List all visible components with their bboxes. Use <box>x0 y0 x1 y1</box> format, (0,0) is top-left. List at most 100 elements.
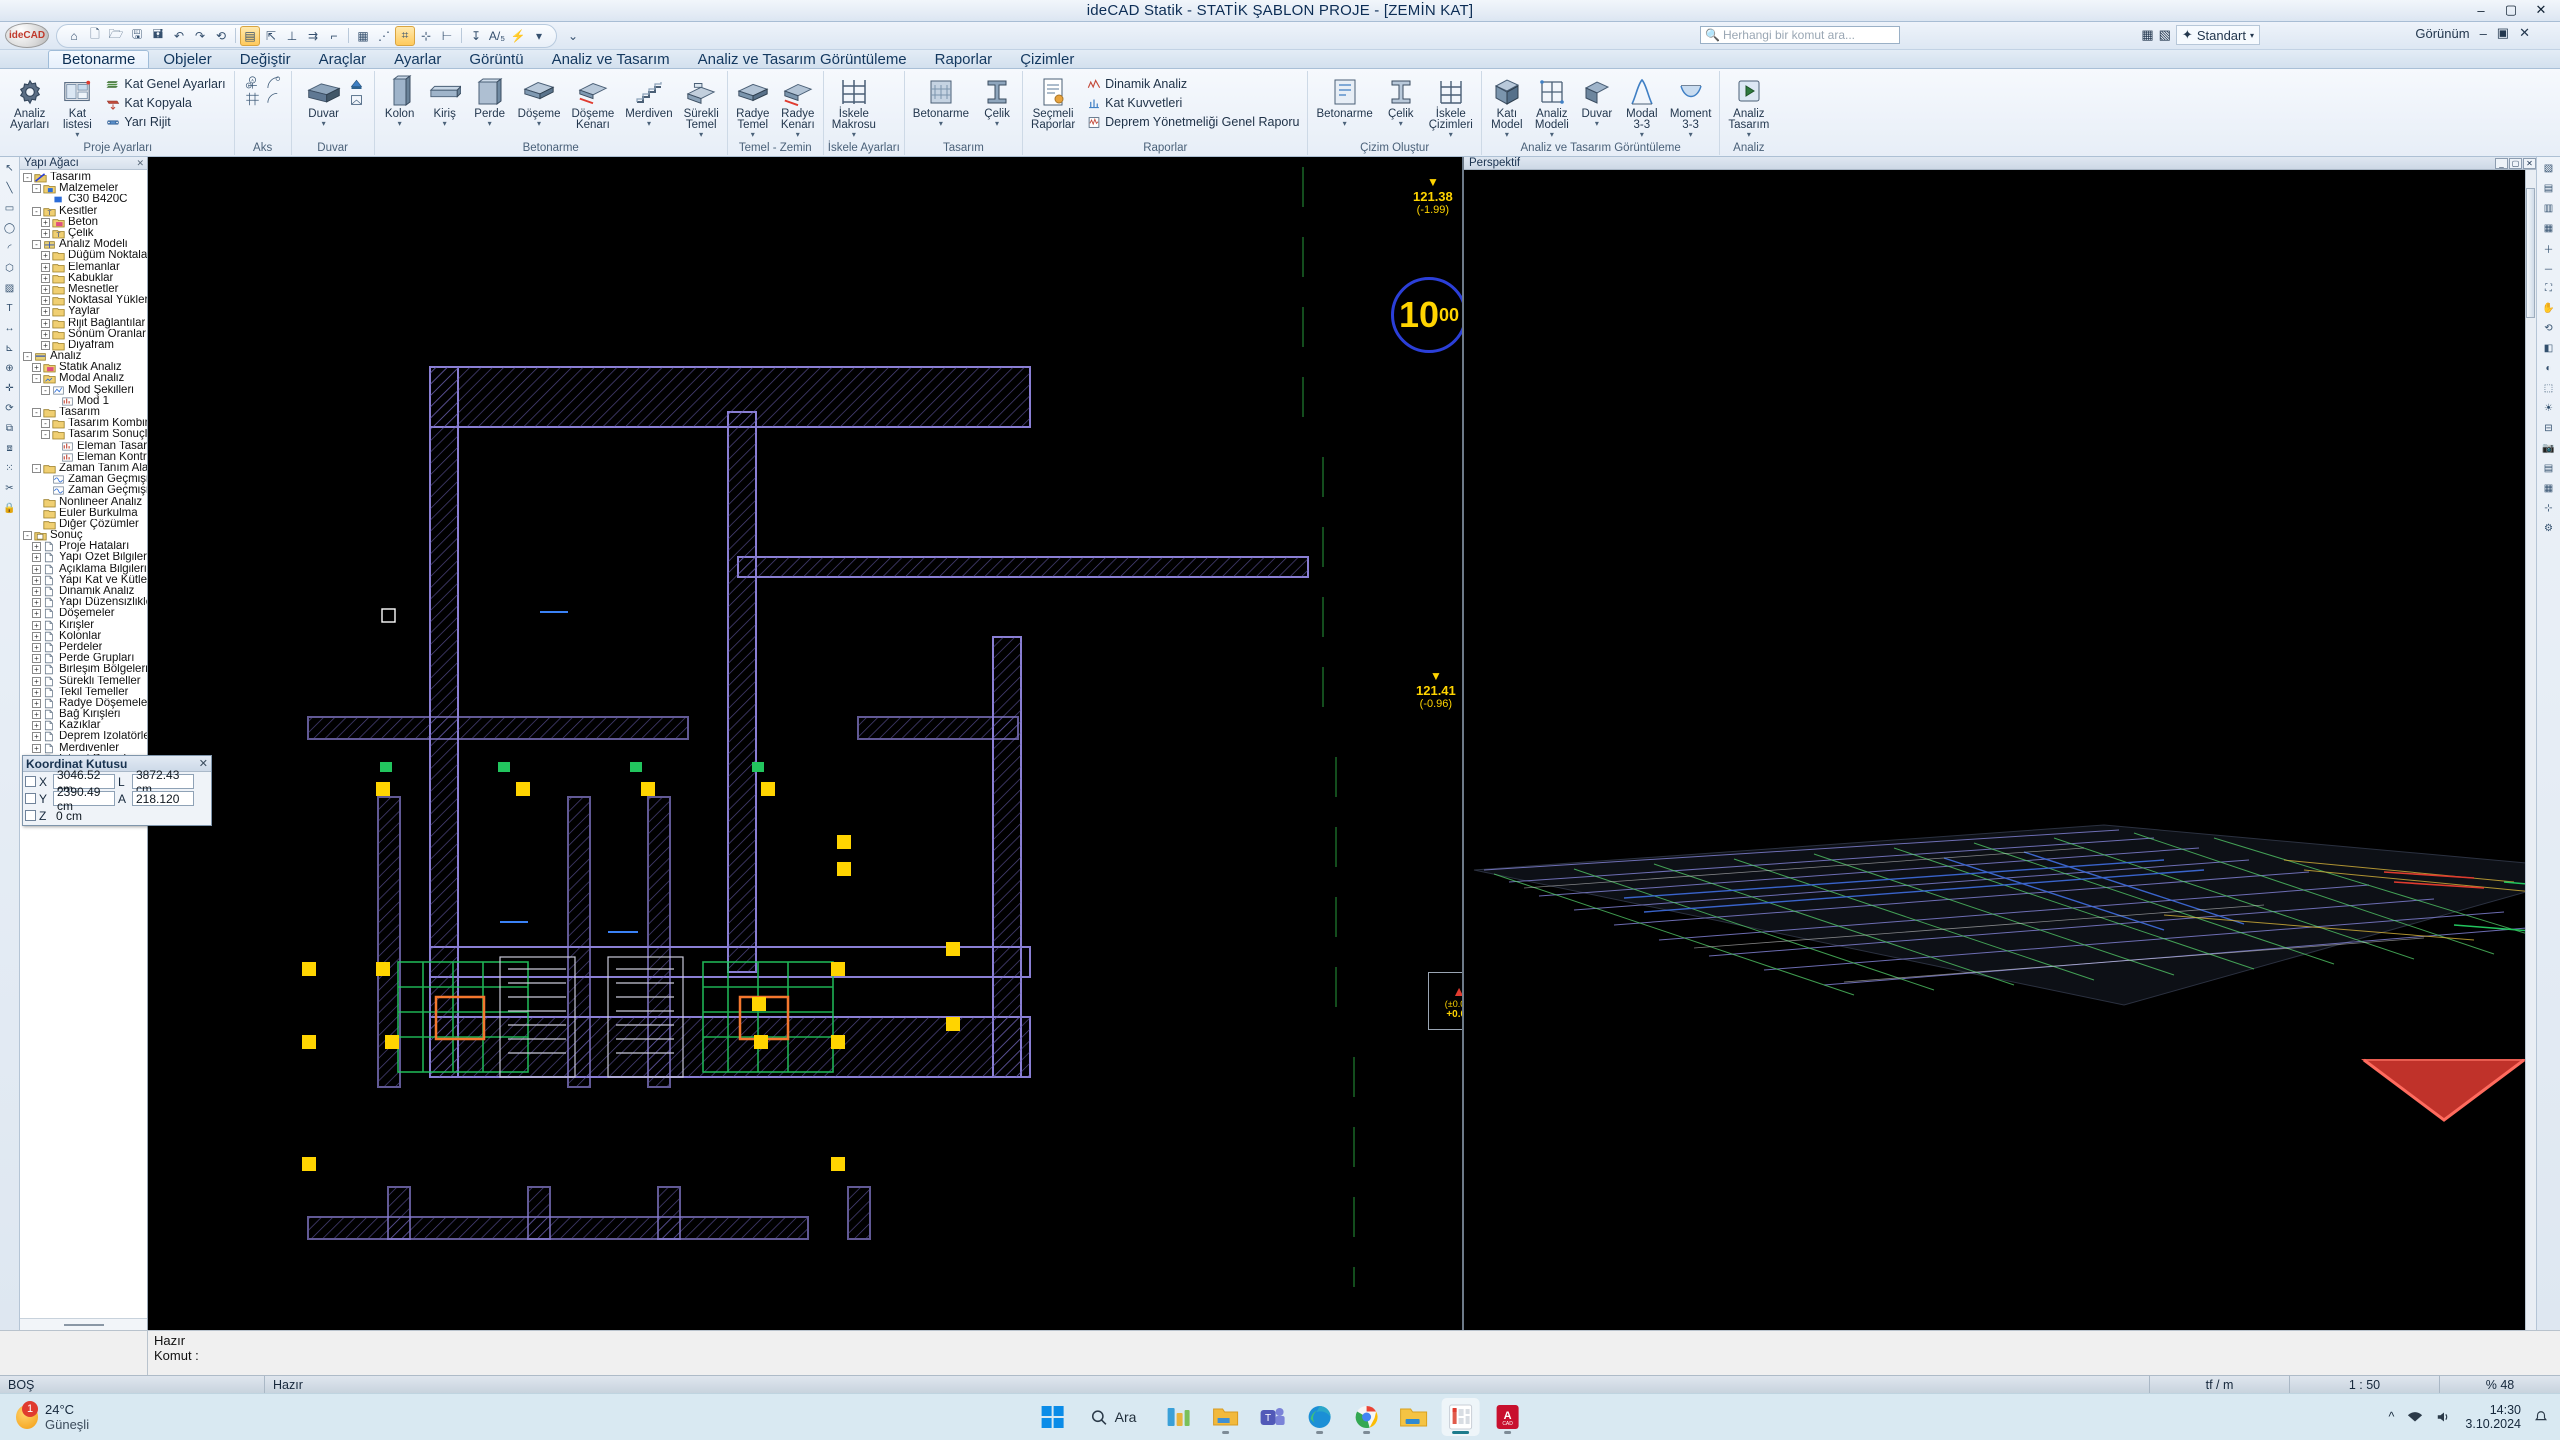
close-button[interactable]: ✕ <box>2526 0 2556 20</box>
tree-item-d-m-noktalar[interactable]: + Düğüm Noktaları <box>20 250 147 261</box>
network-icon[interactable] <box>2407 1410 2423 1424</box>
tab-degistir[interactable]: Değiştir <box>226 50 305 68</box>
close-icon[interactable]: ✕ <box>136 158 144 169</box>
collapse-icon[interactable]: - <box>32 240 41 250</box>
tree-resize-handle[interactable] <box>20 1318 147 1330</box>
deprem-yonetmeligi-raporu-button[interactable]: Deprem Yönetmeliği Genel Raporu <box>1082 113 1303 131</box>
chevron-down-icon[interactable]: ▾ <box>939 120 943 128</box>
chevron-down-icon[interactable]: ▾ <box>1343 120 1347 128</box>
secmeli-raporlar-button[interactable]: Seçmeli Raporlar <box>1027 73 1079 133</box>
analiz-modeli-button[interactable]: Analiz Modeli ▾ <box>1531 73 1573 140</box>
expand-icon[interactable]: + <box>32 609 41 619</box>
copy-tool-icon[interactable]: ⧈ <box>1 440 18 457</box>
tab-objeler[interactable]: Objeler <box>149 50 225 68</box>
chevron-down-icon[interactable]: ▾ <box>1640 131 1644 139</box>
axis-arc-icon[interactable] <box>266 91 281 106</box>
expand-icon[interactable]: + <box>41 217 50 227</box>
chevron-down-icon[interactable]: ▾ <box>488 120 492 128</box>
betonarme-cizim-button[interactable]: Betonarme ▾ <box>1312 73 1376 129</box>
measure-tool-icon[interactable]: ⊾ <box>1 340 18 357</box>
settings-view-icon[interactable]: ⚙ <box>2540 520 2557 537</box>
expand-icon[interactable]: + <box>41 284 50 294</box>
tree-item-elemanlar[interactable]: + Elemanlar <box>20 262 147 273</box>
expand-icon[interactable]: + <box>41 273 50 283</box>
weather-widget[interactable]: 1 24°C Güneşli <box>0 1401 89 1432</box>
notification-bell-icon[interactable] <box>2534 1410 2548 1424</box>
dimension-icon[interactable]: ↧ <box>466 26 486 46</box>
view-front-icon[interactable]: ▥ <box>2540 200 2557 217</box>
tree-item-eleman-tasar-m[interactable]: Eleman Tasarımı <box>20 441 147 452</box>
expand-icon[interactable]: + <box>32 698 41 708</box>
snap-corner-icon[interactable]: ⌐ <box>324 26 344 46</box>
tree-item-d-emeler[interactable]: + Döşemeler <box>20 608 147 619</box>
chevron-down-icon[interactable]: ▾ <box>537 120 541 128</box>
collapse-icon[interactable]: - <box>41 419 50 429</box>
status-scale[interactable]: 1 : 50 <box>2290 1375 2440 1394</box>
maximize-view-button[interactable]: ▢ <box>2509 157 2522 169</box>
collapse-icon[interactable]: - <box>32 206 41 216</box>
qat-more-icon[interactable]: ⌄ <box>563 26 583 46</box>
tree-item-eleman-kontrol[interactable]: Eleman Kontrol <box>20 452 147 463</box>
axis-radial-icon[interactable] <box>266 75 281 90</box>
chevron-down-icon[interactable]: ▾ <box>1747 131 1751 139</box>
tab-araclar[interactable]: Araçlar <box>305 50 381 68</box>
tab-ayarlar[interactable]: Ayarlar <box>380 50 455 68</box>
expand-icon[interactable]: + <box>41 340 50 350</box>
tree-item-proje-hatalar[interactable]: + Proje Hataları <box>20 541 147 552</box>
command-history[interactable]: Hazır Komut : <box>148 1331 2560 1375</box>
shade-icon[interactable]: ◐ <box>2540 360 2557 377</box>
expand-icon[interactable]: + <box>32 654 41 664</box>
array-tool-icon[interactable]: ⁙ <box>1 460 18 477</box>
snap-toggle-icon[interactable]: ⊹ <box>2540 500 2557 517</box>
collapse-icon[interactable]: - <box>41 430 50 440</box>
start-button[interactable] <box>1034 1398 1072 1436</box>
tree-item-yap-d-zensizlikleri[interactable]: + Yapı Düzensizlikleri <box>20 597 147 608</box>
expand-icon[interactable]: + <box>41 262 50 272</box>
restore-ribbon-icon[interactable]: ▣ <box>2497 25 2509 41</box>
kat-kopyala-button[interactable]: Kat Kopyala <box>101 94 229 112</box>
perspective-viewport[interactable]: Perspektif _ ▢ ✕ <box>1464 157 2536 1330</box>
zoom-out-icon[interactable]: － <box>2540 260 2557 277</box>
tree-item-mesnetler[interactable]: + Mesnetler <box>20 284 147 295</box>
celik-cizim-button[interactable]: Çelik ▾ <box>1380 73 1422 129</box>
tree-item-tasar-m[interactable]: - Tasarım <box>20 172 147 183</box>
expand-icon[interactable]: + <box>32 732 41 742</box>
expand-icon[interactable]: + <box>32 620 41 630</box>
plan-viewport[interactable]: ▼ 121.38 (-1.99) 10 00 ▼ 121.41 (-0.96) … <box>148 157 1464 1330</box>
tree-item-malzemeler[interactable]: - Malzemeler <box>20 183 147 194</box>
tree-item-s-rekli-temeller[interactable]: + Sürekli Temeller <box>20 675 147 686</box>
analiz-ayarlari-button[interactable]: Analiz Ayarları <box>6 73 53 133</box>
tree-item-diyafram[interactable]: + Diyafram <box>20 340 147 351</box>
text-size-icon[interactable]: A/₅ <box>487 26 507 46</box>
axis-icon[interactable]: ⊹ <box>416 26 436 46</box>
lock-tool-icon[interactable]: 🔒 <box>1 500 18 517</box>
redo-icon[interactable]: ↷ <box>190 26 210 46</box>
y-lock-checkbox[interactable] <box>25 793 36 804</box>
kat-kuvvetleri-button[interactable]: Kat Kuvvetleri <box>1082 94 1303 112</box>
tree-item-yap-kat-ve-k-tle[interactable]: + Yapı Kat ve Kütle <box>20 575 147 586</box>
l-input[interactable]: 3872.43 cm <box>132 768 194 796</box>
grid-icon[interactable]: ▦ <box>353 26 373 46</box>
kat-genel-ayarlari-button[interactable]: Kat Genel Ayarları <box>101 75 229 93</box>
grid-toggle-icon[interactable]: ▦ <box>2540 480 2557 497</box>
tree-item-zaman-tan-m-alan[interactable]: - Zaman Tanım Alanı <box>20 463 147 474</box>
tree-item-radye-d-emeler[interactable]: + Radye Döşemeler <box>20 698 147 709</box>
tree-item-a-klama-bilgileri[interactable]: + Açıklama Bilgileri <box>20 564 147 575</box>
chevron-down-icon[interactable]: ▾ <box>322 120 326 128</box>
tree-item-noktasal-y-kler[interactable]: + Noktasal Yükler <box>20 295 147 306</box>
render-icon[interactable]: ◧ <box>2540 340 2557 357</box>
pointer-icon[interactable]: ⇱ <box>261 26 281 46</box>
modal-button[interactable]: Modal 3-3 ▾ <box>1621 73 1663 140</box>
tree-item-merdivenler[interactable]: + Merdivenler <box>20 743 147 754</box>
lightning-icon[interactable]: ⚡ <box>508 26 528 46</box>
expand-icon[interactable]: + <box>32 564 41 574</box>
tree-item-elik[interactable]: + T Çelik <box>20 228 147 239</box>
tab-analiz-tasarim-goruntuleme[interactable]: Analiz ve Tasarım Görüntüleme <box>684 50 921 68</box>
app-logo[interactable]: ideCAD <box>0 22 54 50</box>
tree-item-kiri-ler[interactable]: + Kirişler <box>20 620 147 631</box>
expand-icon[interactable]: + <box>41 251 50 261</box>
zoom-in-icon[interactable]: ＋ <box>2540 240 2557 257</box>
expand-icon[interactable]: + <box>32 363 41 373</box>
select-tool-icon[interactable]: ↖ <box>1 160 18 177</box>
chrome-icon[interactable] <box>1347 1398 1385 1436</box>
